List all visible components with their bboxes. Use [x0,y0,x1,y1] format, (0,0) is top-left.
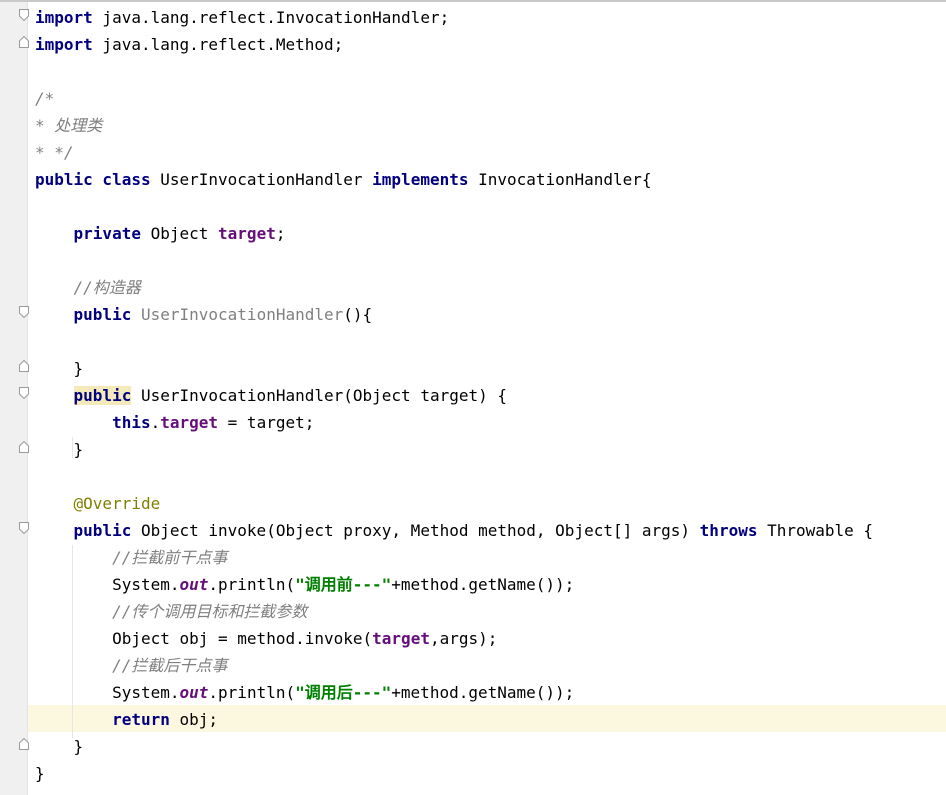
keyword-token: implements [372,170,469,189]
comment-token: //拦截前干点事 [112,548,228,567]
code-token: Object [140,224,219,243]
indent-token [35,413,112,432]
field-token: target [218,224,276,243]
code-token: UserInvocationHandler [150,170,373,189]
code-token: obj; [169,710,219,729]
code-line[interactable]: //构造器 [35,274,141,301]
unused-constructor-token: UserInvocationHandler [140,305,344,324]
code-line[interactable]: public Object invoke(Object proxy, Metho… [35,517,874,544]
code-token: .println( [208,575,296,594]
code-line[interactable]: //拦截前干点事 [35,544,227,571]
code-line[interactable]: System.out.println("调用前---"+method.getNa… [35,571,574,598]
code-line[interactable]: * */ [35,139,74,166]
comment-token: * 处理类 [35,116,103,135]
code-token: . [150,413,161,432]
fold-end-icon[interactable] [19,738,29,750]
string-token: "调用后---" [295,683,392,702]
keyword-token: public class [35,170,151,189]
fold-start-icon[interactable] [19,387,29,399]
code-line[interactable]: import java.lang.reflect.Method; [35,31,343,58]
static-field-token: out [179,575,209,594]
code-token: ,args); [429,629,498,648]
code-line[interactable]: * 处理类 [35,112,102,139]
code-line[interactable]: public class UserInvocationHandler imple… [35,166,652,193]
field-token: target [160,413,219,432]
code-token: } [35,764,45,783]
fold-end-icon[interactable] [19,441,29,453]
code-token: Object obj = method.invoke( [35,629,373,648]
code-token: +method.getName()); [391,683,575,702]
comment-token: * */ [35,143,74,162]
code-token: Throwable { [757,521,874,540]
code-token: .println( [208,683,296,702]
indent-token [35,305,74,324]
code-line[interactable]: private Object target; [35,220,286,247]
code-token: = target; [218,413,315,432]
code-editor[interactable]: import java.lang.reflect.InvocationHandl… [0,0,946,795]
comment-token: //传个调用目标和拦截参数 [112,602,308,621]
code-line[interactable]: import java.lang.reflect.InvocationHandl… [35,4,449,31]
indent-token [35,710,112,729]
keyword-token: import [35,8,93,27]
code-line[interactable]: public UserInvocationHandler(Object targ… [35,382,507,409]
fold-start-icon[interactable] [19,306,29,318]
code-token: (){ [343,305,373,324]
keyword-token: import [35,35,93,54]
fold-end-icon[interactable] [19,36,29,48]
fold-start-icon[interactable] [19,522,29,534]
code-line[interactable]: //传个调用目标和拦截参数 [35,598,307,625]
code-line[interactable]: System.out.println("调用后---"+method.getNa… [35,679,574,706]
code-token: } [35,737,84,756]
indent-token [35,521,74,540]
code-line[interactable]: //拦截后干点事 [35,652,227,679]
fold-start-icon[interactable] [19,9,29,21]
indent-token [35,224,74,243]
code-token: System. [35,683,180,702]
code-token: InvocationHandler{ [468,170,652,189]
keyword-token: public [73,521,132,540]
code-line[interactable]: this.target = target; [35,409,314,436]
annotation-token: @Override [73,494,161,513]
editor-top-border [0,0,946,2]
code-token: +method.getName()); [391,575,575,594]
code-line[interactable]: } [35,733,84,760]
code-token: Object invoke(Object proxy, Method metho… [131,521,700,540]
indent-token [35,656,112,675]
comment-token: /* [35,89,55,108]
code-token: } [35,440,84,459]
indent-token [35,548,112,567]
code-token: System. [35,575,180,594]
code-token: ; [275,224,286,243]
code-token: java.lang.reflect.Method; [92,35,344,54]
keyword-token: private [73,224,141,243]
code-line[interactable]: public UserInvocationHandler(){ [35,301,373,328]
field-token: target [372,629,430,648]
code-line[interactable]: return obj; [35,706,218,733]
code-line[interactable]: } [35,355,84,382]
indent-token [35,602,112,621]
code-line[interactable]: } [35,760,45,787]
code-line[interactable]: /* [35,85,54,112]
keyword-token: public [73,386,132,405]
keyword-token: public [73,305,132,324]
code-line[interactable]: @Override [35,490,161,517]
indent-token [35,494,74,513]
indent-token [35,386,74,405]
static-field-token: out [179,683,209,702]
code-line[interactable]: Object obj = method.invoke(target,args); [35,625,497,652]
string-token: "调用前---" [295,575,392,594]
fold-end-icon[interactable] [19,360,29,372]
code-token: UserInvocationHandler(Object target) { [131,386,508,405]
indent-token [35,278,74,297]
keyword-token: this [112,413,151,432]
comment-token: //构造器 [73,278,141,297]
keyword-token: return [112,710,170,729]
code-line[interactable]: } [35,436,84,463]
keyword-token: throws [699,521,758,540]
code-token: } [35,359,84,378]
comment-token: //拦截后干点事 [112,656,228,675]
code-token: java.lang.reflect.InvocationHandler; [92,8,450,27]
